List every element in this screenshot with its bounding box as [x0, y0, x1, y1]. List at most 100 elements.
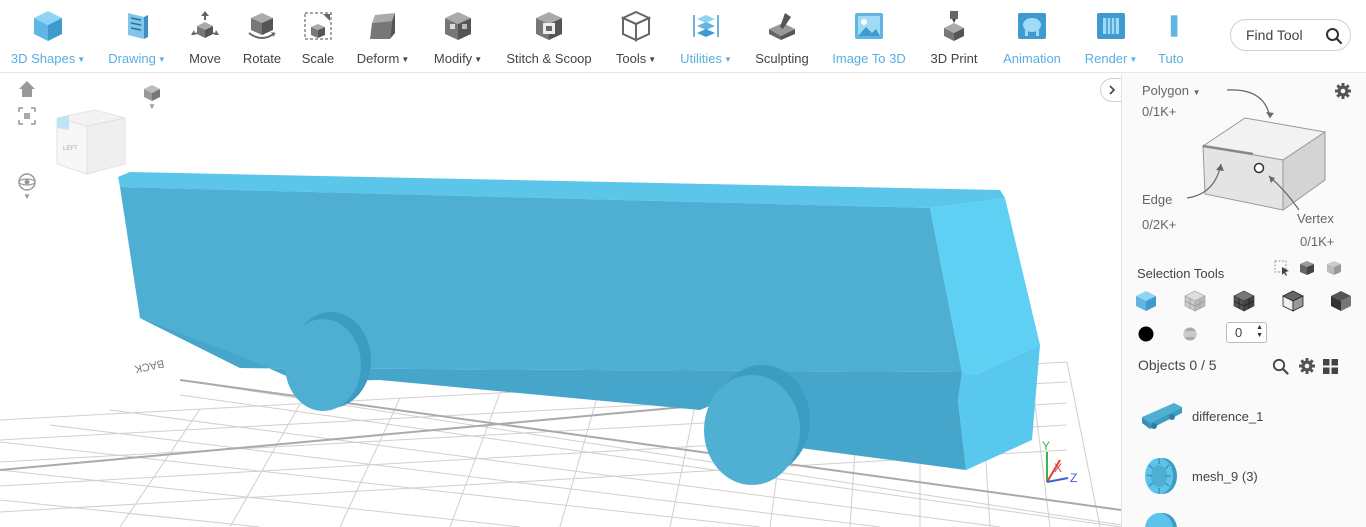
rotate-icon	[244, 8, 280, 44]
brush-solid-icon[interactable]	[1136, 324, 1156, 344]
view-cube[interactable]: LEFT	[55, 108, 127, 176]
brush-soft-icon[interactable]	[1180, 324, 1200, 344]
object-name: mesh_9 (3)	[1192, 468, 1258, 484]
select-face-grid-icon[interactable]	[1183, 289, 1207, 313]
tool-label: Utilities	[680, 51, 722, 66]
image-to-3d-icon	[851, 8, 887, 44]
object-name: difference_1	[1192, 408, 1264, 424]
tool-label: Rotate	[242, 51, 282, 66]
bus-thumbnail-icon	[1137, 394, 1185, 438]
search-objects-icon[interactable]	[1270, 356, 1290, 376]
fit-view-icon[interactable]	[17, 106, 37, 126]
vertex-count: 0/1K+	[1300, 234, 1335, 249]
view-cube-face-label: LEFT	[63, 146, 78, 152]
bus-model[interactable]	[118, 172, 1040, 470]
edge-count: 0/2K+	[1142, 217, 1177, 232]
find-tool-input[interactable]: Find Tool	[1230, 19, 1351, 51]
home-icon[interactable]	[17, 79, 37, 99]
grid-label: BACK	[133, 357, 165, 375]
tool-label: Stitch & Scoop	[506, 51, 592, 66]
tool-label: Drawing	[108, 51, 156, 66]
grid-view-icon[interactable]	[1320, 356, 1340, 376]
tool-label: Sculpting	[755, 51, 809, 66]
tool-deform[interactable]: Deform ▼	[353, 0, 413, 73]
tool-modify[interactable]: Modify ▼	[430, 0, 486, 73]
cube-icon	[30, 8, 66, 44]
main-toolbar: 3D Shapes ▼ Drawing ▼ Move Rotate Scale De…	[0, 0, 1366, 73]
select-add-icon[interactable]	[1298, 259, 1316, 277]
render-icon	[1093, 8, 1129, 44]
tool-label: Render	[1084, 51, 1128, 66]
tool-move[interactable]: Move	[184, 0, 226, 73]
wheel-thumbnail-icon	[1137, 507, 1185, 527]
drawing-icon	[119, 8, 155, 44]
object-item-difference-1[interactable]: difference_1	[1137, 391, 1357, 441]
utilities-icon	[688, 8, 724, 44]
view-mode-icon[interactable]: ▼	[142, 80, 162, 114]
tool-label: Scale	[301, 51, 335, 66]
vertex-label[interactable]: Vertex	[1297, 211, 1334, 226]
tool-label: Modify	[433, 51, 473, 66]
selection-mode-diagram	[1175, 86, 1345, 216]
tool-label: Tuto	[1158, 51, 1184, 66]
axis-z-label: Z	[1070, 471, 1077, 485]
move-icon	[187, 8, 223, 44]
brush-size-stepper[interactable]: 0 ▲ ▼	[1226, 322, 1267, 343]
tool-label: 3D Print	[930, 51, 978, 66]
tool-drawing[interactable]: Drawing ▼	[105, 0, 169, 73]
axis-x-label: X	[1054, 461, 1062, 475]
stepper-value: 0	[1235, 325, 1243, 340]
stitch-scoop-icon	[531, 8, 567, 44]
select-mesh-grid-icon[interactable]	[1232, 289, 1256, 313]
tutorial-icon	[1156, 8, 1184, 44]
axis-y-label: Y	[1042, 439, 1050, 453]
tool-label: 3D Shapes	[10, 51, 76, 66]
objects-settings-gear-icon[interactable]	[1297, 356, 1317, 376]
tool-render[interactable]: Render ▼	[1082, 0, 1140, 73]
polygon-count: 0/1K+	[1142, 104, 1177, 119]
tool-label: Deform	[356, 51, 400, 66]
axis-gizmo: Y X Z	[1042, 439, 1077, 485]
chevron-right-icon	[1108, 85, 1115, 95]
3d-viewport[interactable]: BACK Y X Z ▼ LEFT ▼	[0, 74, 1121, 527]
scale-icon	[300, 8, 336, 44]
modify-icon	[440, 8, 476, 44]
select-solid-icon[interactable]	[1329, 289, 1353, 313]
select-object-icon[interactable]	[1134, 289, 1158, 313]
tool-label: Animation	[1003, 51, 1061, 66]
tool-rotate[interactable]: Rotate	[239, 0, 285, 73]
tool-scale[interactable]: Scale	[299, 0, 337, 73]
tool-label: Image To 3D	[832, 51, 906, 66]
tool-3d-shapes[interactable]: 3D Shapes ▼	[9, 0, 87, 73]
tool-3d-print[interactable]: 3D Print	[926, 0, 982, 73]
orbit-icon[interactable]: ▼	[16, 170, 38, 202]
tool-label: Move	[189, 51, 221, 66]
edge-label[interactable]: Edge	[1142, 192, 1172, 207]
object-item-mesh-9[interactable]: mesh_9 (3)	[1137, 451, 1357, 501]
select-pointer-icon[interactable]	[1273, 259, 1291, 277]
sculpting-icon	[764, 8, 800, 44]
stepper-arrows-icon[interactable]: ▲ ▼	[1256, 324, 1263, 340]
select-subtract-icon[interactable]	[1325, 259, 1343, 277]
objects-count-label: Objects 0 / 5	[1138, 357, 1217, 373]
animation-icon	[1014, 8, 1050, 44]
wheel-thumbnail-icon	[1137, 454, 1185, 498]
scene-canvas[interactable]: BACK Y X Z	[0, 74, 1121, 527]
collapse-panel-button[interactable]	[1100, 78, 1122, 102]
object-item-partial[interactable]	[1137, 507, 1357, 527]
search-icon[interactable]	[1321, 23, 1347, 49]
find-tool-placeholder: Find Tool	[1246, 27, 1303, 43]
tool-label: Tools	[615, 51, 647, 66]
tool-stitch-scoop[interactable]: Stitch & Scoop	[503, 0, 595, 73]
deform-icon	[365, 8, 401, 44]
tool-sculpting[interactable]: Sculpting	[752, 0, 812, 73]
tool-utilities[interactable]: Utilities ▼	[676, 0, 736, 73]
tool-image-to-3d[interactable]: Image To 3D	[829, 0, 909, 73]
tool-animation[interactable]: Animation	[998, 0, 1066, 73]
tool-tutorial[interactable]: Tuto	[1156, 0, 1184, 73]
selection-tools-label: Selection Tools	[1137, 266, 1225, 281]
tool-tools[interactable]: Tools ▼	[613, 0, 659, 73]
select-outline-icon[interactable]	[1281, 289, 1305, 313]
3d-print-icon	[936, 8, 972, 44]
tools-icon	[618, 8, 654, 44]
